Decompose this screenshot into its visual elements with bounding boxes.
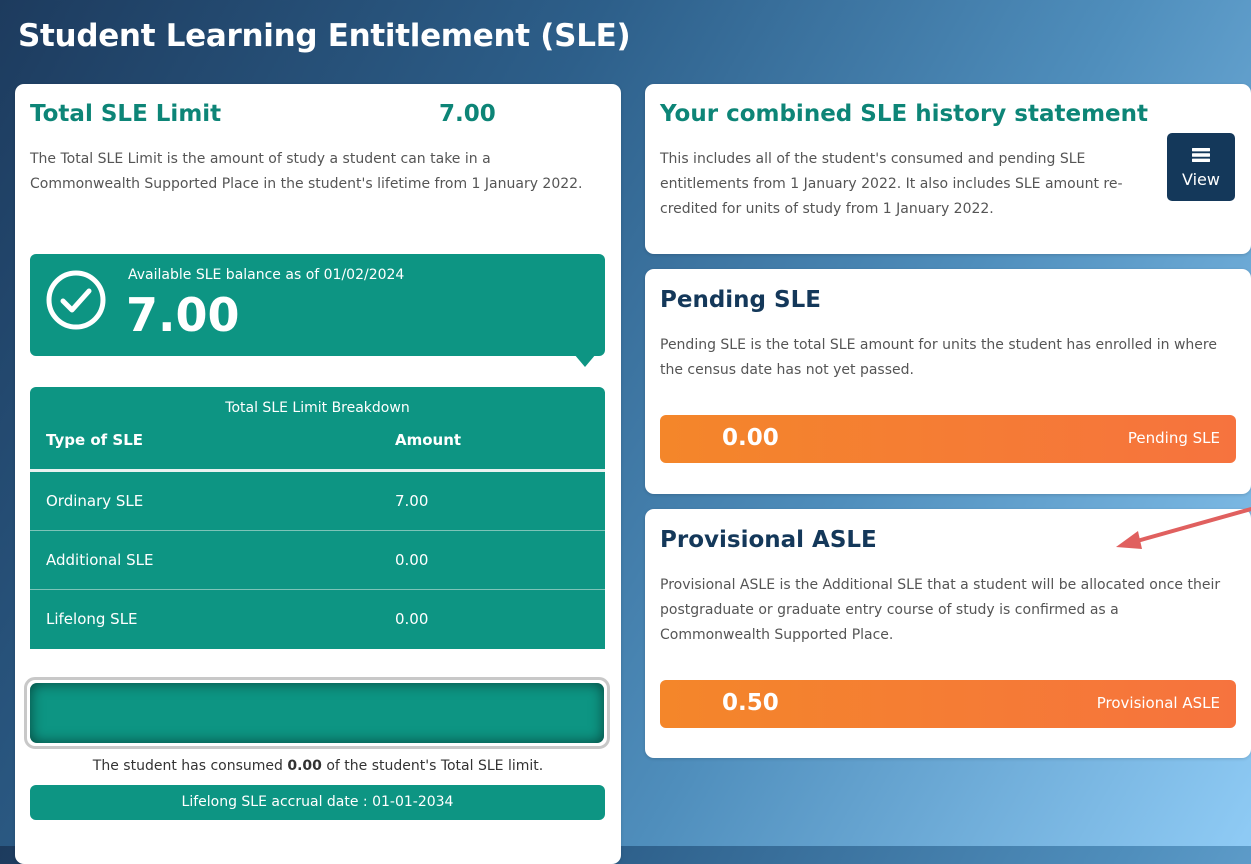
check-circle-icon xyxy=(46,270,106,330)
available-balance-label: Available SLE balance as of 01/02/2024 xyxy=(128,267,405,283)
provisional-title: Provisional ASLE xyxy=(660,527,877,553)
total-sle-title: Total SLE Limit xyxy=(30,101,222,127)
provisional-value: 0.50 xyxy=(722,690,779,716)
balance-pointer xyxy=(574,354,596,367)
history-description: This includes all of the student's consu… xyxy=(660,151,1123,217)
consumed-text-after: of the student's Total SLE limit. xyxy=(321,758,544,774)
total-sle-value: 7.00 xyxy=(439,101,496,127)
pending-description: Pending SLE is the total SLE amount for … xyxy=(660,337,1217,378)
list-icon xyxy=(1192,148,1210,162)
history-statement-card: Your combined SLE history statement This… xyxy=(645,84,1251,254)
row-amount: 0.00 xyxy=(395,610,429,628)
sle-breakdown-table: Total SLE Limit Breakdown Type of SLE Am… xyxy=(30,387,605,649)
view-button-label: View xyxy=(1182,170,1220,189)
consumed-text-before: The student has consumed xyxy=(92,758,288,774)
view-history-button[interactable]: View xyxy=(1167,133,1235,201)
provisional-asle-bar: 0.50 Provisional ASLE xyxy=(660,680,1236,728)
column-header-amount: Amount xyxy=(395,431,462,449)
pending-title: Pending SLE xyxy=(660,287,821,313)
pending-label: Pending SLE xyxy=(1127,429,1220,447)
page-title: Student Learning Entitlement (SLE) xyxy=(18,18,631,54)
column-header-type: Type of SLE xyxy=(46,431,144,449)
pending-sle-card: Pending SLE Pending SLE is the total SLE… xyxy=(645,269,1251,494)
total-sle-description: The Total SLE Limit is the amount of stu… xyxy=(30,151,583,192)
history-title: Your combined SLE history statement xyxy=(660,101,1149,127)
pending-sle-bar: 0.00 Pending SLE xyxy=(660,415,1236,463)
table-row: Ordinary SLE 7.00 xyxy=(30,472,605,531)
progress-track xyxy=(30,683,604,743)
available-balance-box: Available SLE balance as of 01/02/2024 7… xyxy=(30,254,605,367)
row-type: Lifelong SLE xyxy=(46,610,138,628)
breakdown-title: Total SLE Limit Breakdown xyxy=(225,400,410,416)
provisional-description: Provisional ASLE is the Additional SLE t… xyxy=(660,577,1221,643)
row-amount: 0.00 xyxy=(395,551,429,569)
consumption-progress-bar xyxy=(24,677,610,749)
row-type: Ordinary SLE xyxy=(46,492,144,510)
table-row: Additional SLE 0.00 xyxy=(30,531,605,590)
table-row: Lifelong SLE 0.00 xyxy=(30,590,605,648)
consumed-value: 0.00 xyxy=(287,758,322,774)
total-sle-card: Total SLE Limit 7.00 The Total SLE Limit… xyxy=(15,84,621,864)
lifelong-accrual-date: Lifelong SLE accrual date : 01-01-2034 xyxy=(30,785,605,820)
row-type: Additional SLE xyxy=(46,551,154,569)
available-balance-value: 7.00 xyxy=(126,288,240,342)
row-amount: 7.00 xyxy=(395,492,429,510)
pending-value: 0.00 xyxy=(722,425,779,451)
consumed-summary: The student has consumed 0.00 of the stu… xyxy=(15,758,621,774)
annotation-arrow-icon xyxy=(1116,507,1251,549)
provisional-label: Provisional ASLE xyxy=(1096,694,1220,712)
